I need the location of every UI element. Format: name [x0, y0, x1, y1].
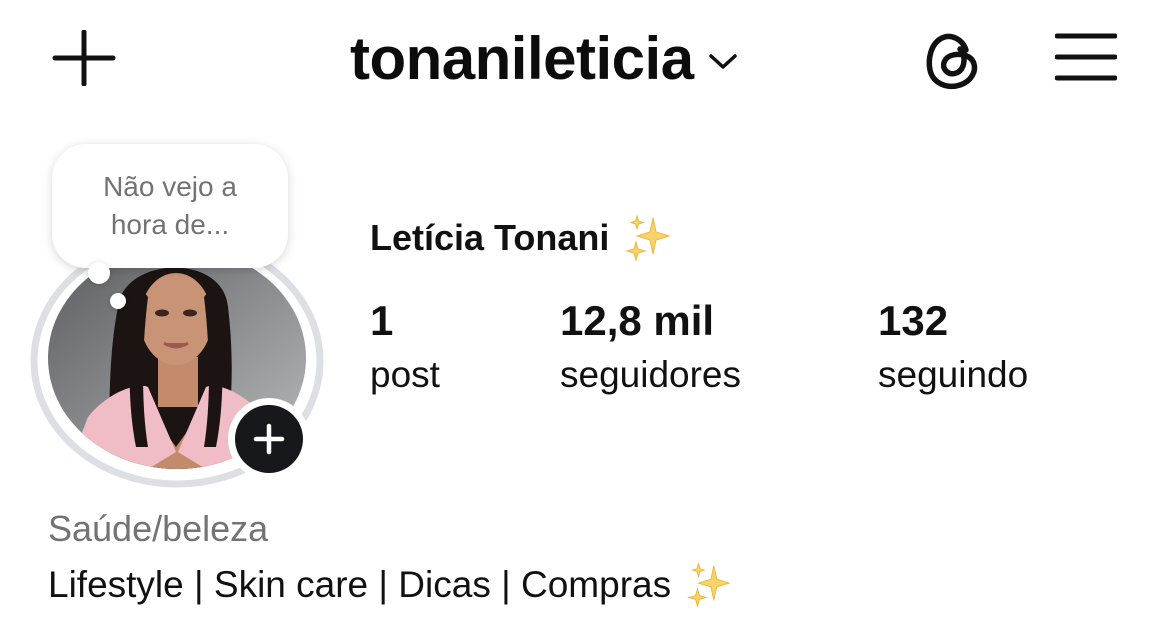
- posts-stat[interactable]: 1 post: [370, 296, 440, 400]
- posts-label: post: [370, 354, 440, 395]
- profile-page: tonanileticia Não vejo a hora de... Letí…: [0, 0, 1169, 638]
- note-bubble-tail: [88, 262, 110, 284]
- display-name-row: Letícia Tonani: [370, 212, 675, 264]
- posts-count: 1: [370, 297, 394, 344]
- threads-icon[interactable]: [920, 26, 986, 92]
- sparkles-icon: [625, 214, 672, 262]
- note-text: Não vejo a hora de...: [103, 171, 237, 240]
- username: tonanileticia: [350, 24, 694, 92]
- chevron-down-icon: [708, 54, 737, 69]
- add-story-button[interactable]: [228, 398, 310, 480]
- sparkles-icon: [687, 562, 731, 608]
- profile-category: Saúde/beleza: [48, 508, 269, 549]
- display-name: Letícia Tonani: [370, 217, 610, 258]
- hamburger-menu-icon[interactable]: [1055, 32, 1117, 82]
- bio-row: Lifestyle | Skin care | Dicas | Compras: [48, 560, 735, 610]
- followers-label: seguidores: [560, 354, 742, 395]
- following-label: seguindo: [878, 354, 1029, 395]
- following-count: 132: [878, 297, 949, 344]
- followers-count: 12,8 mil: [560, 297, 715, 344]
- plus-icon: [253, 423, 285, 455]
- note-bubble[interactable]: Não vejo a hora de...: [52, 144, 288, 268]
- plus-icon[interactable]: [52, 30, 116, 86]
- note-bubble-tail-dot: [110, 293, 126, 309]
- followers-stat[interactable]: 12,8 mil seguidores: [560, 296, 741, 400]
- account-switcher[interactable]: tonanileticia: [350, 18, 738, 98]
- bio-text: Lifestyle | Skin care | Dicas | Compras: [48, 564, 672, 605]
- following-stat[interactable]: 132 seguindo: [878, 296, 1028, 400]
